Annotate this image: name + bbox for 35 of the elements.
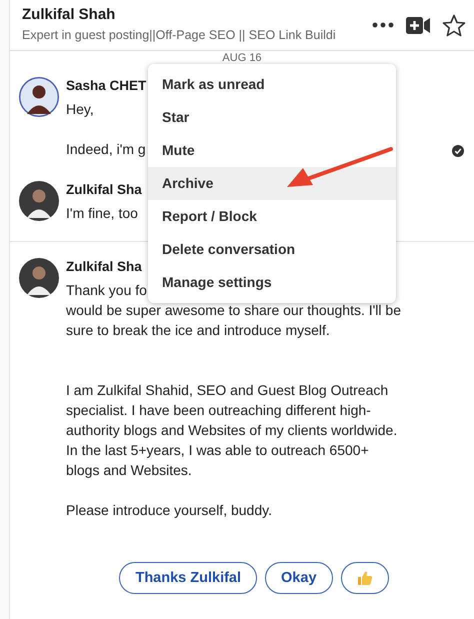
- message-text: Indeed, i'm g: [66, 140, 146, 159]
- thumbs-up-icon: [356, 570, 373, 586]
- star-icon: [442, 14, 466, 36]
- message-text: Hey,: [66, 100, 94, 119]
- contact-headline: Expert in guest posting||Off-Page SEO || SEO Link Buildi: [22, 28, 336, 42]
- menu-item[interactable]: Star: [148, 101, 396, 134]
- message-text: blogs and Websites.: [66, 461, 192, 480]
- more-icon: [372, 22, 394, 28]
- menu-item[interactable]: Archive: [148, 167, 396, 200]
- message-text: In the last 5+years, I was able to outreach 6500+: [66, 441, 369, 460]
- message-text: authority blogs and Websites of my clients worldwide.: [66, 421, 398, 440]
- star-button[interactable]: [442, 14, 466, 36]
- message-text: Thank you fo: [66, 281, 147, 300]
- message-text: specialist. I have been outreaching different high-: [66, 401, 371, 420]
- menu-item[interactable]: Manage settings: [148, 266, 396, 299]
- quick-reply-button[interactable]: Okay: [265, 562, 333, 594]
- contact-name[interactable]: Zulkifal Shah: [22, 6, 116, 23]
- quick-reply-button[interactable]: Thanks Zulkifal: [119, 562, 258, 594]
- sender-name[interactable]: Sasha CHET: [66, 76, 146, 96]
- menu-item[interactable]: Delete conversation: [148, 233, 396, 266]
- quick-reply-button[interactable]: [340, 562, 389, 594]
- message-text: sure to break the ice and introduce myself.: [66, 321, 330, 340]
- menu-item[interactable]: Mark as unread: [148, 68, 396, 101]
- sender-name[interactable]: Zulkifal Sha: [66, 180, 142, 200]
- date-label: AUG 16: [222, 51, 262, 66]
- message-text: I am Zulkifal Shahid, SEO and Guest Blog Outreach: [66, 381, 388, 400]
- message-text: I'm fine, too: [66, 204, 138, 223]
- sender-name[interactable]: Zulkifal Sha: [66, 257, 142, 277]
- video-camera-icon: [406, 16, 430, 34]
- menu-item[interactable]: Report / Block: [148, 200, 396, 233]
- video-call-button[interactable]: [406, 16, 430, 34]
- message-text: Please introduce yourself, buddy.: [66, 501, 272, 520]
- message-text: would be super awesome to share our thoughts. I'll be: [66, 301, 401, 320]
- menu-item[interactable]: Mute: [148, 134, 396, 167]
- more-button[interactable]: [372, 22, 394, 28]
